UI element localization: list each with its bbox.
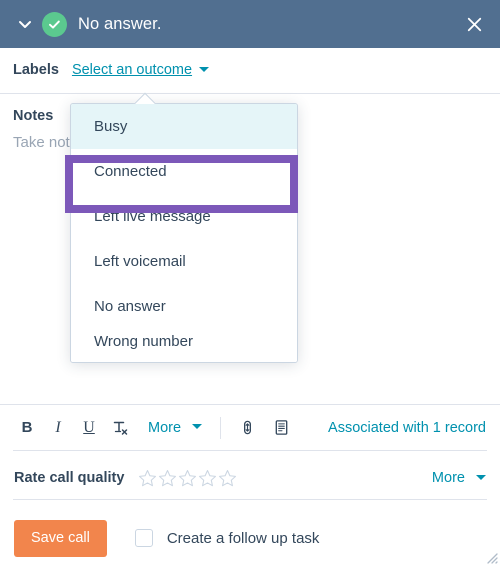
- dropdown-item-connected[interactable]: Connected: [71, 149, 297, 194]
- close-icon[interactable]: [462, 12, 486, 36]
- rating-more-label: More: [431, 470, 465, 486]
- chevron-down-icon[interactable]: [199, 66, 210, 72]
- star-outline-icon[interactable]: [158, 469, 177, 488]
- star-outline-icon[interactable]: [198, 469, 217, 488]
- panel-footer: Save call Create a follow up task: [0, 510, 500, 566]
- dropdown-item-label: Left voicemail: [94, 253, 186, 270]
- create-follow-up-task-option[interactable]: Create a follow up task: [134, 529, 320, 547]
- rating-more-button[interactable]: More: [432, 470, 486, 486]
- underline-button[interactable]: U: [76, 415, 102, 441]
- associated-records-link[interactable]: Associated with 1 record: [328, 420, 486, 436]
- dropdown-item-no-answer[interactable]: No answer: [71, 284, 297, 329]
- select-outcome-label: Select an outcome: [71, 62, 193, 78]
- dropdown-item-label: Left live message: [94, 208, 211, 225]
- clear-formatting-icon[interactable]: [107, 415, 133, 441]
- dropdown-item-left-voicemail[interactable]: Left voicemail: [71, 239, 297, 284]
- rate-call-quality-row: Rate call quality More: [0, 458, 500, 498]
- toolbar-more-button[interactable]: More: [148, 419, 203, 436]
- dropdown-item-label: No answer: [94, 298, 166, 315]
- chevron-down-icon[interactable]: [14, 13, 36, 35]
- dropdown-item-wrong-number[interactable]: Wrong number: [71, 329, 297, 362]
- resize-grip-icon[interactable]: [482, 548, 498, 564]
- dropdown-item-busy[interactable]: Busy: [71, 104, 297, 149]
- chevron-down-icon: [192, 424, 203, 430]
- dropdown-arrow-icon: [133, 92, 157, 104]
- divider: [13, 450, 487, 451]
- star-outline-icon[interactable]: [178, 469, 197, 488]
- select-outcome-link[interactable]: Select an outcome: [72, 62, 192, 78]
- bold-button[interactable]: B: [14, 415, 40, 441]
- labels-row: Labels Select an outcome: [0, 48, 500, 92]
- dropdown-item-label: Connected: [94, 163, 167, 180]
- divider: [220, 416, 222, 439]
- editor-toolbar: B I U More Associated with 1 record: [0, 405, 500, 450]
- chevron-down-icon: [476, 474, 486, 480]
- check-circle-icon: [42, 11, 67, 37]
- follow-up-label: Create a follow up task: [166, 529, 320, 547]
- star-outline-icon[interactable]: [138, 469, 157, 488]
- dropdown-item-label: Busy: [94, 118, 128, 135]
- panel-header: No answer.: [0, 0, 500, 48]
- outcome-dropdown-menu: Busy Connected Left live message Left vo…: [70, 103, 298, 363]
- divider: [13, 499, 487, 500]
- italic-button[interactable]: I: [45, 415, 71, 441]
- save-call-button[interactable]: Save call: [14, 519, 107, 557]
- notes-input-placeholder[interactable]: Take notes: [13, 134, 71, 151]
- follow-up-checkbox[interactable]: [134, 529, 153, 547]
- star-rating[interactable]: [138, 469, 237, 488]
- labels-label: Labels: [13, 62, 59, 78]
- rate-call-quality-label: Rate call quality: [14, 470, 125, 486]
- dropdown-item-left-live-message[interactable]: Left live message: [71, 194, 297, 239]
- call-logger-panel: No answer. Labels Select an outcome Note…: [0, 0, 500, 566]
- dropdown-item-label: Wrong number: [94, 333, 193, 350]
- star-outline-icon[interactable]: [218, 469, 237, 488]
- document-template-icon[interactable]: [268, 415, 294, 441]
- notes-label: Notes: [13, 108, 54, 124]
- page-title: No answer.: [78, 14, 162, 33]
- attachment-icon[interactable]: [234, 415, 260, 441]
- toolbar-more-label: More: [148, 419, 182, 436]
- divider: [0, 93, 500, 94]
